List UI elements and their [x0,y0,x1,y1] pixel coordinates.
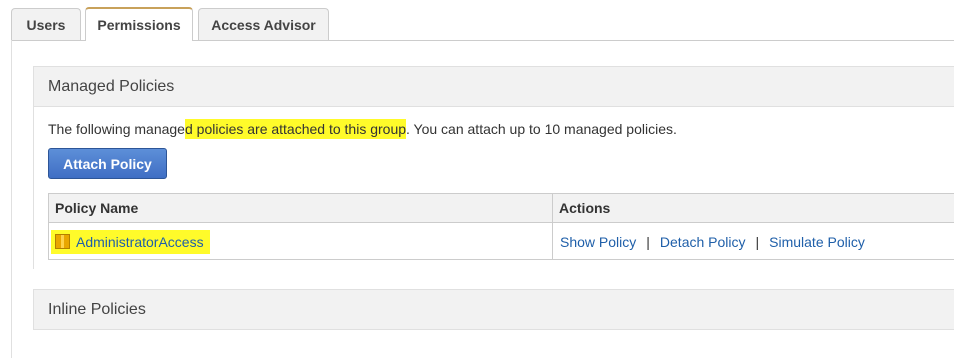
tab-permissions[interactable]: Permissions [85,7,193,41]
detach-policy-link[interactable]: Detach Policy [660,234,746,250]
policy-box-icon [55,234,70,249]
column-header-actions: Actions [559,200,611,216]
tab-permissions-label: Permissions [97,17,181,33]
column-header-policy-name: Policy Name [55,200,139,216]
simulate-policy-link[interactable]: Simulate Policy [769,234,865,250]
tab-bar: Users Permissions Access Advisor [0,0,954,41]
action-separator: | [646,233,650,250]
tab-access-advisor[interactable]: Access Advisor [198,8,329,40]
tab-users-label: Users [26,16,66,33]
panel-border [11,40,12,358]
show-policy-link[interactable]: Show Policy [560,234,636,250]
managed-policies-description: The following managed policies are attac… [48,119,677,139]
desc-highlight: d policies are attached to this group [184,119,407,139]
inline-policies-header[interactable]: Inline Policies [33,289,954,330]
tab-users[interactable]: Users [11,8,81,40]
desc-text-1: The following manage [48,121,185,137]
managed-policies-title: Managed Policies [48,77,175,95]
desc-text-2: . You can attach up to 10 managed polici… [406,121,677,137]
attach-policy-label: Attach Policy [63,155,152,172]
policies-table: Policy Name Actions AdministratorAccess … [48,193,954,260]
policy-name-highlight: AdministratorAccess [51,229,210,254]
tab-access-advisor-label: Access Advisor [211,16,316,33]
policy-name-link[interactable]: AdministratorAccess [76,234,204,250]
action-separator: | [755,233,760,250]
managed-policies-header[interactable]: Managed Policies [33,66,954,107]
table-row-policy-name-cell: AdministratorAccess [51,223,210,260]
attach-policy-button[interactable]: Attach Policy [48,148,167,179]
table-row-actions-cell: Show Policy | Detach Policy | Simulate P… [560,223,865,260]
inline-policies-title: Inline Policies [48,300,146,318]
table-header-row [49,194,954,223]
column-divider [552,194,553,259]
